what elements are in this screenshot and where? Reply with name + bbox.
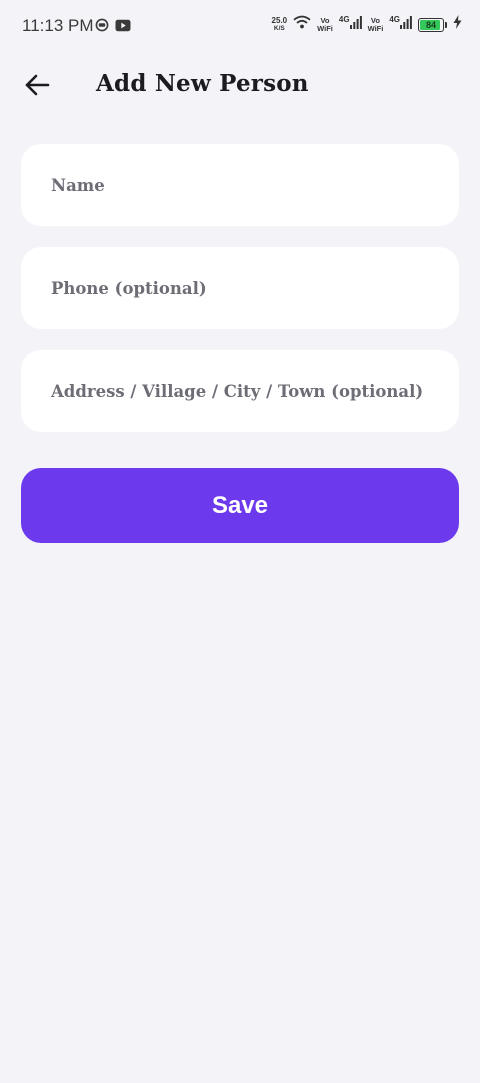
battery-icon: 84 xyxy=(418,17,444,32)
page-title: Add New Person xyxy=(96,70,309,97)
status-time: 11:13 PM xyxy=(22,16,94,35)
net-speed-unit: K/S xyxy=(273,24,285,32)
sim2-wifi-text: WiFi xyxy=(367,23,384,33)
back-button[interactable] xyxy=(16,66,58,108)
net-speed: 25.0 K/S xyxy=(271,15,288,33)
sim1-network-type: 4G xyxy=(338,15,350,24)
status-notification-icons xyxy=(95,18,131,37)
sim1-wifi-text: WiFi xyxy=(317,23,333,33)
phone-input[interactable] xyxy=(51,268,451,308)
sim1-volte-label: Vo WiFi xyxy=(317,16,333,33)
signal-icon xyxy=(349,15,362,34)
save-button[interactable]: Save xyxy=(21,468,459,543)
status-bar: 11:13 PM 25.0 K/S Vo WiFi 4G Vo WiFi 4G … xyxy=(0,0,480,52)
arrow-left-icon xyxy=(24,73,50,102)
battery-tip xyxy=(445,21,447,28)
youtube-icon xyxy=(115,19,131,37)
chat-bubble-icon xyxy=(95,18,109,37)
wifi-icon xyxy=(293,15,311,34)
sim2-network-type: 4G xyxy=(389,15,400,24)
name-field[interactable] xyxy=(21,144,459,226)
signal-icon xyxy=(400,15,412,34)
address-input[interactable] xyxy=(51,371,451,411)
address-field[interactable] xyxy=(21,350,459,432)
battery-level: 84 xyxy=(425,19,436,30)
phone-field[interactable] xyxy=(21,247,459,329)
charging-bolt-icon xyxy=(453,15,462,34)
name-input[interactable] xyxy=(51,165,451,205)
net-speed-value: 25.0 xyxy=(271,15,288,25)
status-system-icons: 25.0 K/S Vo WiFi 4G Vo WiFi 4G 84 xyxy=(272,15,462,34)
app-header: Add New Person xyxy=(0,62,480,108)
sim2-volte-label: Vo WiFi xyxy=(367,16,384,33)
